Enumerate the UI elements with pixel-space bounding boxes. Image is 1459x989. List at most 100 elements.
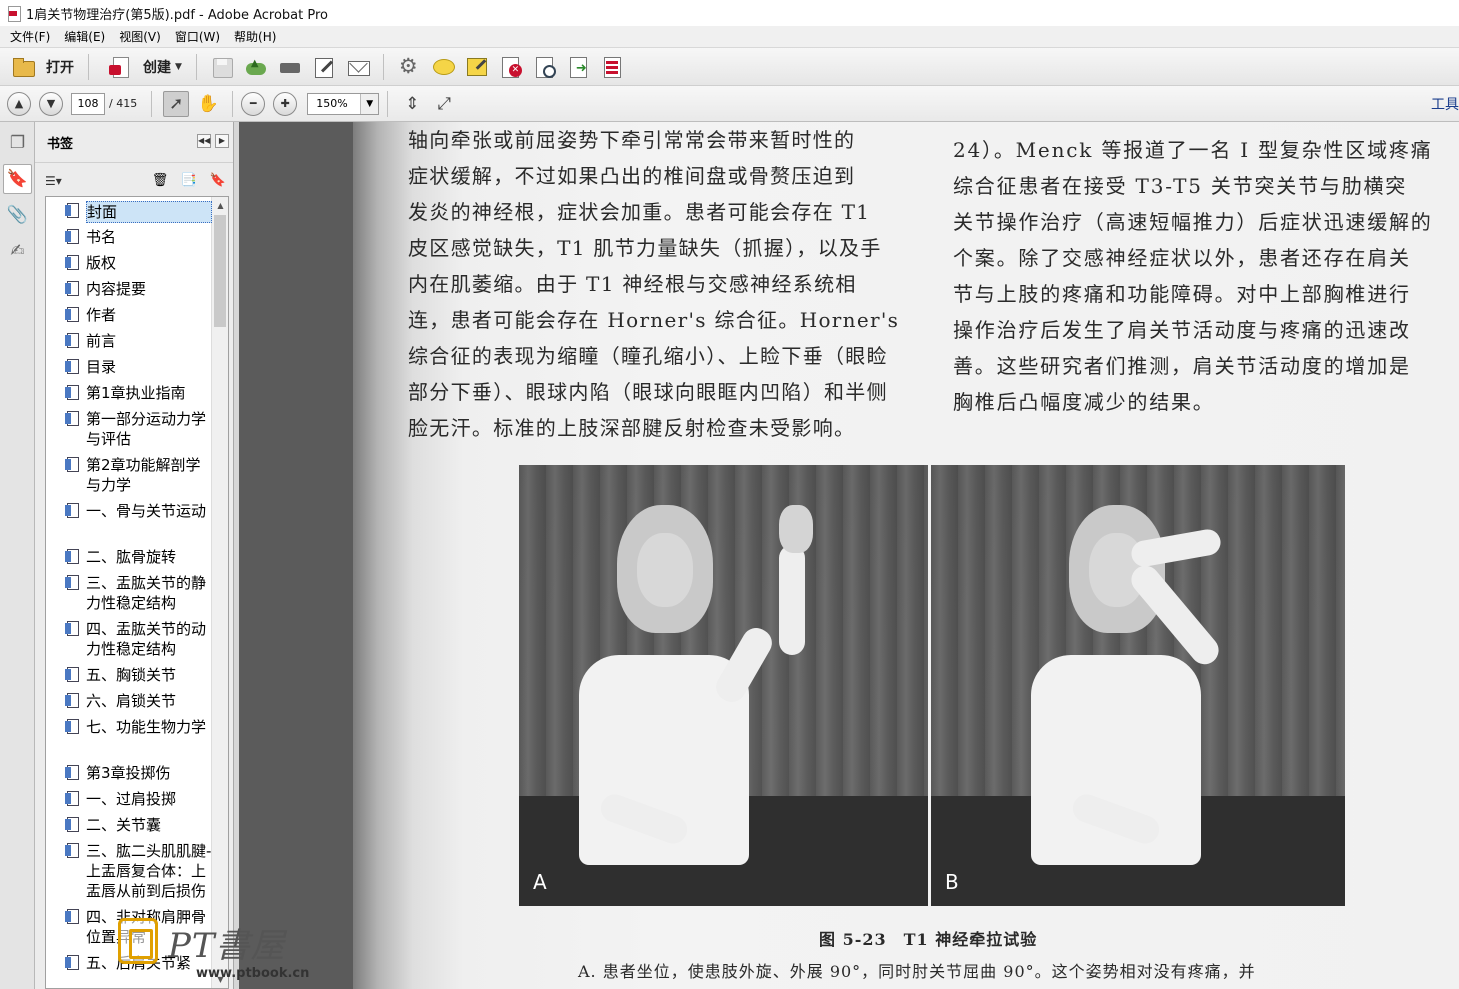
- cloud-upload-icon[interactable]: [244, 55, 268, 79]
- zoom-in-button[interactable]: ✚: [273, 91, 298, 116]
- bookmark-label: 四、盂肱关节的动力性稳定结构: [86, 620, 207, 658]
- page-number-input[interactable]: 108: [71, 92, 105, 115]
- delete-bookmark-icon[interactable]: 🗑: [151, 172, 169, 190]
- redact-icon[interactable]: [499, 55, 523, 79]
- form-icon[interactable]: [601, 55, 625, 79]
- bookmark-icon: [64, 548, 80, 564]
- page-thumbnails-icon[interactable]: ❐: [3, 128, 32, 158]
- select-tool-icon[interactable]: ➚: [163, 90, 190, 117]
- open-label: 打开: [46, 59, 74, 76]
- pdf-app-icon: [6, 5, 22, 22]
- comment-icon[interactable]: [431, 55, 455, 79]
- ptbook-logo-icon: [118, 918, 158, 964]
- document-view[interactable]: 轴向牵张或前屈姿势下牵引常常会带来暂时性的 症状缓解，不过如果凸出的椎间盘或骨赘…: [239, 122, 1459, 989]
- edit-icon[interactable]: [312, 55, 336, 79]
- bookmark-item[interactable]: 一、骨与关节运动: [64, 501, 214, 521]
- bookmark-label: 前言: [86, 332, 117, 350]
- bookmark-label: 二、关节囊: [86, 816, 162, 834]
- fit-width-icon[interactable]: ⤢: [431, 91, 457, 117]
- bookmarks-panel: 书签 ◀◀ ▶ ☰▾ 🗑 📑 🔖 ▲ ▼ 封面 书名 版权 内容提要 作者 前言 目录 第1章…: [35, 122, 234, 989]
- window-title-bar: 1肩关节物理治疗(第5版).pdf - Adobe Acrobat Pro: [0, 0, 1459, 26]
- bookmark-item[interactable]: 五、胸锁关节: [64, 665, 214, 685]
- collapse-panel-button[interactable]: ◀◀: [197, 134, 211, 148]
- options-menu-icon[interactable]: ☰▾: [45, 174, 62, 188]
- bookmarks-tree[interactable]: ▲ ▼ 封面 书名 版权 内容提要 作者 前言 目录 第1章执业指南 第一部分运动力学与评估 第2…: [45, 196, 229, 989]
- expand-panel-button[interactable]: ▶: [215, 134, 229, 148]
- bookmark-item[interactable]: 七、功能生物力学: [64, 717, 214, 737]
- export-icon[interactable]: [567, 55, 591, 79]
- text-line: 综合征的表现为缩瞳（瞳孔缩小）、上睑下垂（眼睑: [408, 344, 888, 368]
- open-button[interactable]: 打开: [0, 52, 80, 82]
- bookmark-item[interactable]: 三、盂肱关节的静力性稳定结构: [64, 573, 214, 613]
- zoom-out-button[interactable]: ━: [241, 91, 266, 116]
- tools-pane-link[interactable]: 工具: [1431, 94, 1459, 114]
- print-icon[interactable]: [278, 55, 302, 79]
- hand-tool-icon[interactable]: ✋: [195, 91, 221, 117]
- new-bookmark-icon[interactable]: 📑: [180, 172, 198, 190]
- menu-edit[interactable]: 编辑(E): [57, 28, 112, 45]
- bookmark-icon: [64, 202, 80, 218]
- signatures-icon[interactable]: ✍: [3, 236, 32, 266]
- watermark-title: PT書屋: [168, 926, 286, 966]
- bookmark-item[interactable]: 二、肱骨旋转: [64, 547, 214, 567]
- bookmark-item[interactable]: 第3章投掷伤: [64, 763, 214, 783]
- bookmark-item[interactable]: 目录: [64, 357, 214, 377]
- text-line: 操作治疗后发生了肩关节活动度与疼痛的迅速改: [953, 318, 1411, 342]
- bookmark-item[interactable]: 四、盂肱关节的动力性稳定结构: [64, 619, 214, 659]
- scroll-thumb[interactable]: [214, 215, 226, 327]
- previous-page-button[interactable]: ▲: [7, 91, 31, 116]
- photo-panel-a: A: [519, 465, 928, 906]
- text-line: 个案。除了交感神经症状以外，患者还存在肩关: [953, 246, 1411, 270]
- watermark-url: www.ptbook.cn: [196, 966, 310, 981]
- bookmark-item[interactable]: 第一部分运动力学与评估: [64, 409, 214, 449]
- main-toolbar: 打开 创建 ▼: [0, 48, 1459, 86]
- text-line: 发炎的神经根，症状会加重。患者可能会存在 T1: [408, 200, 871, 224]
- chevron-down-icon[interactable]: ▼: [360, 93, 379, 114]
- bookmark-item[interactable]: 第2章功能解剖学与力学: [64, 455, 214, 495]
- gear-icon[interactable]: [397, 54, 421, 79]
- bookmark-icon: [64, 816, 80, 832]
- bookmark-item[interactable]: 书名: [64, 227, 214, 247]
- bookmark-properties-icon[interactable]: 🔖: [209, 172, 227, 190]
- attachments-icon[interactable]: 📎: [3, 200, 32, 230]
- bookmark-icon: [64, 306, 80, 322]
- bookmark-item[interactable]: 前言: [64, 331, 214, 351]
- bookmark-item[interactable]: 版权: [64, 253, 214, 273]
- bookmarks-panel-header: 书签 ◀◀ ▶: [35, 122, 233, 162]
- next-page-button[interactable]: ▼: [39, 91, 63, 116]
- menu-view[interactable]: 视图(V): [112, 28, 168, 45]
- mail-icon[interactable]: [346, 55, 370, 79]
- create-button[interactable]: 创建 ▼: [97, 52, 188, 82]
- bookmarks-icon[interactable]: 🔖: [3, 164, 32, 194]
- bookmark-label: 版权: [86, 254, 117, 272]
- menu-window[interactable]: 窗口(W): [168, 28, 227, 45]
- toolbar-separator: [195, 53, 197, 80]
- text-line: 综合征患者在接受 T3-T5 关节突关节与肋横突: [953, 174, 1408, 198]
- page-total: / 415: [109, 97, 138, 110]
- bookmark-label: 第2章功能解剖学与力学: [86, 456, 201, 494]
- panel-label-b: B: [945, 870, 959, 894]
- bookmark-item[interactable]: 一、过肩投掷: [64, 789, 214, 809]
- scroll-up-icon[interactable]: ▲: [212, 197, 228, 214]
- bookmark-item[interactable]: 六、肩锁关节: [64, 691, 214, 711]
- bookmark-item[interactable]: 作者: [64, 305, 214, 325]
- bookmark-label: 一、骨与关节运动: [86, 502, 207, 520]
- bookmark-label: 六、肩锁关节: [86, 692, 177, 710]
- bookmark-label: 五、胸锁关节: [86, 666, 177, 684]
- bookmark-item[interactable]: 内容提要: [64, 279, 214, 299]
- menu-file[interactable]: 文件(F): [3, 28, 57, 45]
- bookmark-item[interactable]: 三、肱二头肌肌腱-上盂唇复合体：上盂唇从前到后损伤: [64, 841, 214, 901]
- bookmark-icon: [64, 456, 80, 472]
- fit-page-icon[interactable]: ⇕: [399, 91, 425, 117]
- save-icon[interactable]: [210, 55, 234, 79]
- search-doc-icon[interactable]: [533, 55, 557, 79]
- bookmark-label: 三、盂肱关节的静力性稳定结构: [86, 574, 207, 612]
- zoom-select[interactable]: 150% ▼: [307, 92, 380, 115]
- bookmark-item[interactable]: 二、关节囊: [64, 815, 214, 835]
- bookmark-item[interactable]: 第1章执业指南: [64, 383, 214, 403]
- highlight-icon[interactable]: [465, 55, 489, 79]
- bookmark-label: 二、肱骨旋转: [86, 548, 177, 566]
- text-line: 脸无汗。标准的上肢深部腱反射检查未受影响。: [408, 416, 856, 440]
- menu-help[interactable]: 帮助(H): [227, 28, 283, 45]
- bookmark-item[interactable]: 封面: [64, 201, 214, 223]
